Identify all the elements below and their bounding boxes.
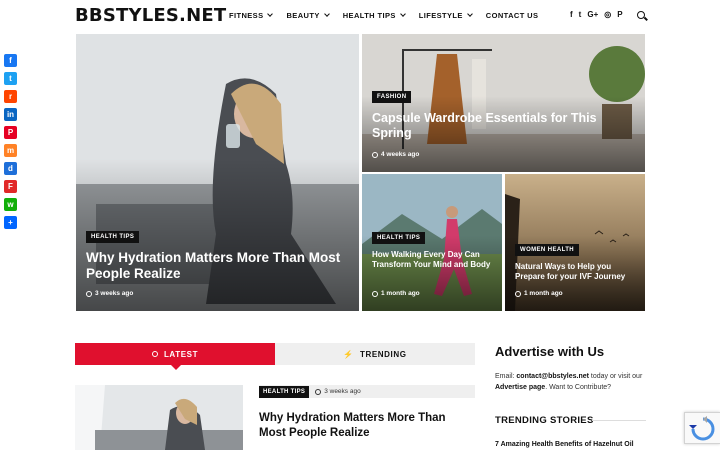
- chevron-down-icon: [466, 11, 473, 17]
- post-time-text: 3 weeks ago: [324, 388, 361, 395]
- nav-label: HEALTH TIPS: [342, 11, 396, 20]
- diaspora-share-icon[interactable]: d: [4, 162, 17, 175]
- latest-post-image: [75, 385, 243, 450]
- pinterest-share-icon[interactable]: P: [4, 126, 17, 139]
- nav-health-tips[interactable]: HEALTH TIPS: [342, 11, 406, 20]
- mix-share-icon[interactable]: m: [4, 144, 17, 157]
- featured-bottom-right-tile[interactable]: WOMEN HEALTH Natural Ways to Help you Pr…: [505, 174, 645, 311]
- more-share-icon[interactable]: +: [4, 216, 17, 229]
- clock-icon: [315, 388, 322, 395]
- clock-icon: [151, 351, 158, 357]
- advert-email-link[interactable]: contact@bbstyles.net: [516, 373, 589, 380]
- flipboard-share-icon[interactable]: F: [4, 180, 17, 193]
- latest-post-thumbnail[interactable]: [75, 385, 243, 450]
- featured-bottom-mid-title[interactable]: How Walking Every Day Can Transform Your…: [372, 250, 498, 269]
- post-time: 3 weeks ago: [315, 388, 361, 395]
- category-badge[interactable]: FASHION: [372, 91, 412, 103]
- site-header: BBSTYLES.NET FITNESS BEAUTY HEALTH TIPS …: [0, 0, 720, 34]
- post-time-text: 3 weeks ago: [95, 290, 134, 297]
- category-badge[interactable]: WOMEN HEALTH: [515, 244, 580, 256]
- bolt-icon: ⚡: [343, 349, 354, 359]
- tab-label: LATEST: [163, 349, 199, 359]
- clock-icon: [86, 290, 92, 297]
- latest-post-meta: HEALTH TIPS 3 weeks ago: [259, 385, 475, 398]
- reddit-share-icon[interactable]: r: [4, 90, 17, 103]
- clock-icon: [515, 290, 521, 297]
- featured-bottom-right-title[interactable]: Natural Ways to Help you Prepare for you…: [515, 262, 641, 281]
- advertise-page-link[interactable]: Advertise page: [495, 384, 545, 391]
- advertise-text: Email: contact@bbstyles.net today or vis…: [495, 371, 655, 393]
- tab-trending[interactable]: ⚡ TRENDING: [275, 343, 475, 365]
- post-time-text: 1 month ago: [381, 290, 420, 297]
- divider: [592, 420, 646, 421]
- featured-main-tile[interactable]: HEALTH TIPS Why Hydration Matters More T…: [76, 34, 359, 311]
- pinterest-icon[interactable]: P: [617, 10, 622, 19]
- social-links: f t G+ ◎ P: [570, 10, 623, 19]
- google-plus-icon[interactable]: G+: [587, 10, 598, 19]
- recaptcha-icon: [689, 416, 715, 441]
- nav-label: LIFESTYLE: [418, 11, 463, 20]
- nav-lifestyle[interactable]: LIFESTYLE: [418, 11, 473, 20]
- featured-top-right-tile[interactable]: FASHION Capsule Wardrobe Essentials for …: [362, 34, 645, 172]
- main-nav: FITNESS BEAUTY HEALTH TIPS LIFESTYLE CON…: [229, 11, 538, 20]
- category-badge[interactable]: HEALTH TIPS: [372, 232, 426, 244]
- post-time: 4 weeks ago: [372, 151, 419, 158]
- twitter-icon[interactable]: t: [579, 10, 582, 19]
- post-tabs: LATEST ⚡ TRENDING: [75, 343, 475, 370]
- nav-fitness[interactable]: FITNESS: [229, 11, 274, 20]
- category-badge[interactable]: HEALTH TIPS: [86, 231, 140, 243]
- advert-prefix: Email:: [495, 373, 517, 380]
- facebook-share-icon[interactable]: f: [4, 54, 17, 67]
- nav-label: CONTACT US: [485, 11, 539, 20]
- advert-suffix: . Want to Contribute?: [545, 384, 612, 392]
- post-time: 1 month ago: [515, 290, 563, 297]
- facebook-icon[interactable]: f: [570, 10, 573, 19]
- post-time-text: 4 weeks ago: [381, 151, 420, 158]
- nav-label: FITNESS: [229, 11, 264, 20]
- post-time: 3 weeks ago: [86, 290, 133, 297]
- trending-stories-heading: TRENDING STORIES: [495, 415, 594, 426]
- chevron-down-icon: [323, 11, 330, 17]
- nav-contact-us[interactable]: CONTACT US: [486, 11, 539, 20]
- nav-beauty[interactable]: BEAUTY: [286, 11, 330, 20]
- latest-post-title[interactable]: Why Hydration Matters More Than Most Peo…: [259, 411, 475, 441]
- featured-top-right-title[interactable]: Capsule Wardrobe Essentials for This Spr…: [372, 111, 627, 141]
- nav-label: BEAUTY: [286, 11, 320, 20]
- post-time: 1 month ago: [372, 290, 420, 297]
- chevron-down-icon: [267, 11, 274, 17]
- category-badge[interactable]: HEALTH TIPS: [259, 385, 310, 398]
- site-logo[interactable]: BBSTYLES.NET: [75, 5, 226, 26]
- advert-mid: today or visit our: [588, 373, 643, 380]
- clock-icon: [372, 151, 378, 158]
- share-bar: f t r in Pm d Fw +: [4, 54, 18, 234]
- tab-latest[interactable]: LATEST: [75, 343, 275, 370]
- post-time-text: 1 month ago: [524, 290, 563, 297]
- advertise-heading: Advertise with Us: [495, 344, 605, 359]
- trending-story-link[interactable]: 7 Amazing Health Benefits of Hazelnut Oi…: [495, 441, 634, 448]
- chevron-down-icon: [399, 11, 406, 17]
- twitter-share-icon[interactable]: t: [4, 72, 17, 85]
- tab-label: TRENDING: [359, 349, 407, 359]
- featured-main-title[interactable]: Why Hydration Matters More Than Most Peo…: [86, 250, 351, 282]
- featured-bottom-mid-tile[interactable]: HEALTH TIPS How Walking Every Day Can Tr…: [362, 174, 502, 311]
- recaptcha-badge[interactable]: [684, 412, 720, 444]
- search-icon[interactable]: [637, 11, 645, 19]
- whatsapp-share-icon[interactable]: w: [4, 198, 17, 211]
- clock-icon: [372, 290, 378, 297]
- instagram-icon[interactable]: ◎: [604, 10, 611, 19]
- linkedin-share-icon[interactable]: in: [4, 108, 17, 121]
